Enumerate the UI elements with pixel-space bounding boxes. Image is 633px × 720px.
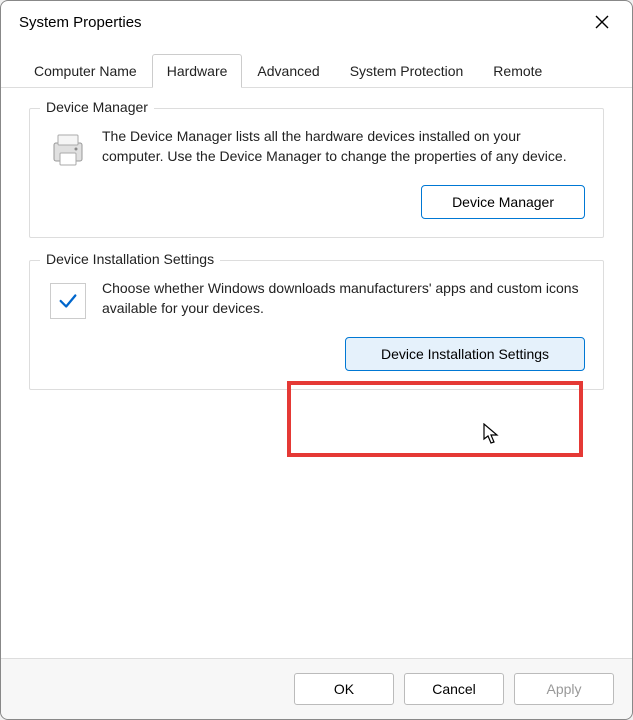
device-manager-button[interactable]: Device Manager	[421, 185, 585, 219]
printer-icon	[48, 129, 88, 169]
device-installation-settings-button[interactable]: Device Installation Settings	[345, 337, 585, 371]
close-icon	[595, 15, 609, 29]
device-manager-group: Device Manager The Device Manager lists …	[29, 108, 604, 238]
tab-advanced[interactable]: Advanced	[242, 54, 334, 88]
close-button[interactable]	[586, 6, 618, 38]
cancel-button[interactable]: Cancel	[404, 673, 504, 705]
system-properties-window: System Properties Computer Name Hardware…	[0, 0, 633, 720]
titlebar: System Properties	[1, 1, 632, 43]
device-installation-group: Device Installation Settings Choose whet…	[29, 260, 604, 390]
dialog-footer: OK Cancel Apply	[1, 658, 632, 719]
tabs: Computer Name Hardware Advanced System P…	[1, 53, 632, 88]
device-installation-description: Choose whether Windows downloads manufac…	[102, 279, 585, 318]
tab-remote[interactable]: Remote	[478, 54, 557, 88]
tab-hardware[interactable]: Hardware	[152, 54, 243, 88]
tab-computer-name[interactable]: Computer Name	[19, 54, 152, 88]
tab-system-protection[interactable]: System Protection	[335, 54, 479, 88]
device-manager-description: The Device Manager lists all the hardwar…	[102, 127, 585, 166]
device-manager-label: Device Manager	[40, 99, 154, 115]
ok-button[interactable]: OK	[294, 673, 394, 705]
check-icon	[48, 281, 88, 321]
device-installation-label: Device Installation Settings	[40, 251, 220, 267]
window-title: System Properties	[19, 14, 142, 31]
apply-button[interactable]: Apply	[514, 673, 614, 705]
content-area: Device Manager The Device Manager lists …	[1, 88, 632, 658]
